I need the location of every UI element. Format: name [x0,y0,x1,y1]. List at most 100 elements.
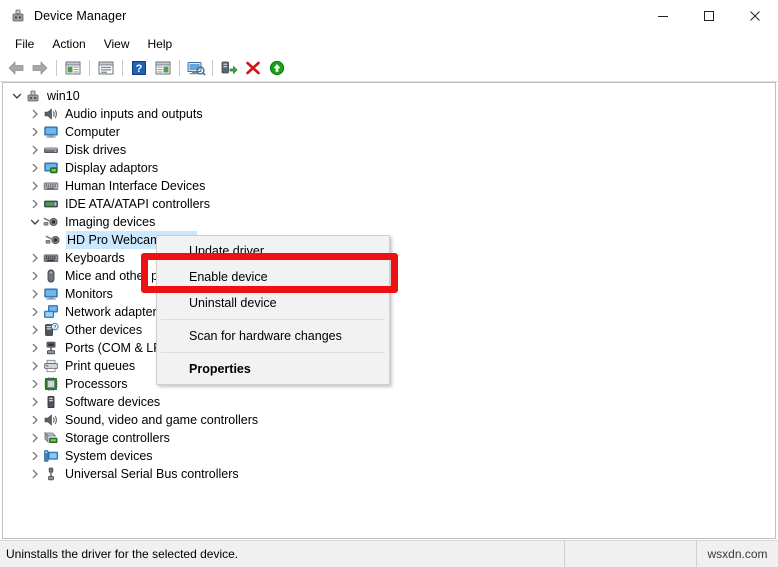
chevron-right-icon[interactable] [27,430,43,446]
chevron-right-icon[interactable] [27,160,43,176]
chevron-right-icon[interactable] [27,268,43,284]
tree-node-software-devices[interactable]: Software devices [3,393,775,411]
tree-node-universal-serial-bus-controllers[interactable]: Universal Serial Bus controllers [3,465,775,483]
minimize-button[interactable] [640,0,686,31]
tree-node-label: Storage controllers [65,431,170,445]
display-adapter-icon [43,160,59,176]
chevron-right-icon[interactable] [27,304,43,320]
window-title: Device Manager [34,9,127,23]
chevron-right-icon[interactable] [27,466,43,482]
show-hide-console-tree-icon[interactable] [61,57,85,79]
context-menu-item-scan-for-hardware-changes[interactable]: Scan for hardware changes [157,323,389,349]
context-menu-item-update-driver[interactable]: Update driver [157,238,389,264]
hid-icon [43,178,59,194]
tree-node-label: Network adapters [65,305,163,319]
computer-node-icon [25,88,41,104]
tree-node-disk-drives[interactable]: Disk drives [3,141,775,159]
tree-node-computer[interactable]: Computer [3,123,775,141]
context-menu-separator [161,319,385,320]
tree-node-audio-inputs-and-outputs[interactable]: Audio inputs and outputs [3,105,775,123]
chevron-right-icon[interactable] [27,340,43,356]
webcam-disabled-icon [45,232,61,248]
back-icon[interactable] [4,57,28,79]
chevron-right-icon[interactable] [27,124,43,140]
tree-node-system-devices[interactable]: System devices [3,447,775,465]
enable-device-icon[interactable] [265,57,289,79]
disk-drive-icon [43,142,59,158]
tree-node-label: Sound, video and game controllers [65,413,259,427]
context-menu-separator [161,352,385,353]
menu-action[interactable]: Action [43,34,94,54]
chevron-right-icon[interactable] [27,196,43,212]
tree-node-label: win10 [47,89,80,103]
scan-for-hardware-changes-icon[interactable] [184,57,208,79]
chevron-right-icon[interactable] [27,178,43,194]
uninstall-device-icon[interactable] [241,57,265,79]
chevron-down-icon[interactable] [9,88,25,104]
port-icon [43,340,59,356]
tree-node-label: Universal Serial Bus controllers [65,467,239,481]
tree-node-imaging-devices[interactable]: Imaging devices [3,213,775,231]
close-button[interactable] [732,0,778,31]
ide-controller-icon [43,196,59,212]
watermark: wsxdn.com [707,547,768,561]
toolbar: ? [0,55,778,82]
chevron-right-icon[interactable] [27,376,43,392]
speaker-icon [43,106,59,122]
tree-node-win10[interactable]: win10 [3,87,775,105]
tree-node-label: Imaging devices [65,215,156,229]
chevron-right-icon[interactable] [27,394,43,410]
properties-icon[interactable] [94,57,118,79]
processor-icon [43,376,59,392]
device-manager-icon [10,8,26,24]
tree-node-label: Monitors [65,287,113,301]
chevron-right-icon[interactable] [27,448,43,464]
context-menu-item-uninstall-device[interactable]: Uninstall device [157,290,389,316]
tree-node-storage-controllers[interactable]: Storage controllers [3,429,775,447]
printer-icon [43,358,59,374]
chevron-right-icon[interactable] [27,250,43,266]
mouse-icon [43,268,59,284]
maximize-button[interactable] [686,0,732,31]
forward-icon[interactable] [28,57,52,79]
chevron-down-icon[interactable] [27,214,43,230]
status-message: Uninstalls the driver for the selected d… [6,547,239,561]
menu-help[interactable]: Help [139,34,182,54]
show-hide-action-pane-icon[interactable] [151,57,175,79]
chevron-right-icon[interactable] [27,358,43,374]
tree-node-label: Print queues [65,359,136,373]
tree-node-display-adaptors[interactable]: Display adaptors [3,159,775,177]
menu-view[interactable]: View [95,34,139,54]
status-bar: Uninstalls the driver for the selected d… [0,540,778,567]
status-divider [564,541,565,567]
tree-node-human-interface-devices[interactable]: Human Interface Devices [3,177,775,195]
context-menu[interactable]: Update driver Enable device Uninstall de… [156,235,390,385]
menu-file[interactable]: File [6,34,43,54]
context-menu-item-enable-device[interactable]: Enable device [157,264,389,290]
chevron-right-icon[interactable] [27,322,43,338]
svg-text:?: ? [136,63,143,75]
tree-node-label: Disk drives [65,143,127,157]
toolbar-separator [179,60,180,76]
tree-node-label: Audio inputs and outputs [65,107,203,121]
tree-node-sound-video-and-game-controllers[interactable]: Sound, video and game controllers [3,411,775,429]
toolbar-separator [212,60,213,76]
menu-bar: File Action View Help [0,33,778,55]
keyboard-icon [43,250,59,266]
chevron-right-icon[interactable] [27,286,43,302]
chevron-right-icon[interactable] [27,142,43,158]
imaging-device-icon [43,214,59,230]
speaker-icon [43,412,59,428]
monitor-icon [43,124,59,140]
chevron-right-icon[interactable] [27,106,43,122]
chevron-right-icon[interactable] [27,412,43,428]
toolbar-separator [122,60,123,76]
context-menu-item-properties[interactable]: Properties [157,356,389,382]
tree-node-label: Computer [65,125,120,139]
help-icon[interactable]: ? [127,57,151,79]
network-adapter-icon [43,304,59,320]
tree-node-ide-ata-atapi-controllers[interactable]: IDE ATA/ATAPI controllers [3,195,775,213]
tree-node-label: Processors [65,377,128,391]
usb-icon [43,466,59,482]
update-driver-icon[interactable] [217,57,241,79]
